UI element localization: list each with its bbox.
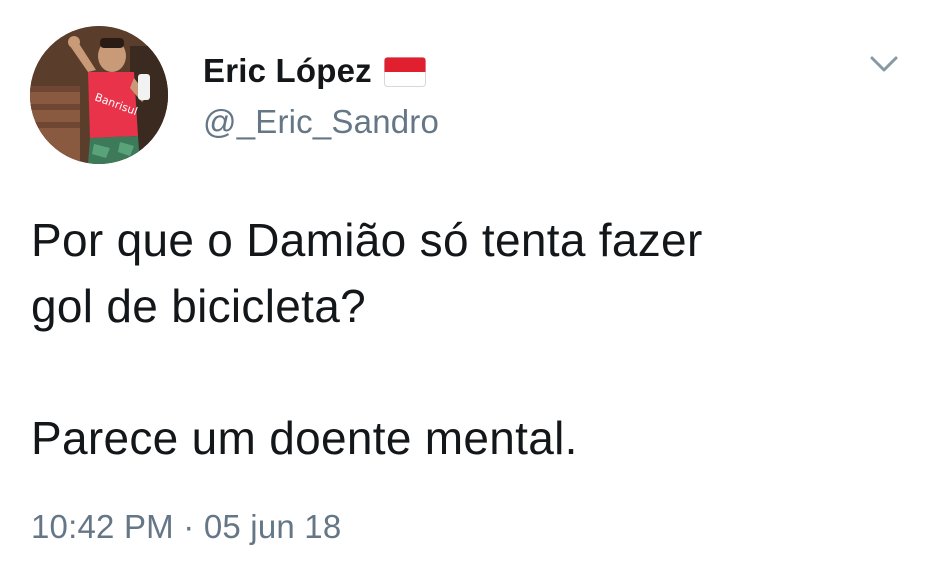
author-name-row: Eric López — [203, 50, 426, 92]
tweet-date: 05 jun 18 — [203, 508, 342, 545]
tweet-line: Parece um doente mental. — [31, 412, 578, 464]
tweet-card: Banrisul Eric López @_Eric_Sandro Por qu… — [0, 0, 928, 575]
tweet-text: Por que o Damião só tenta fazer gol de b… — [31, 207, 901, 471]
tweet-timestamp[interactable]: 10:42 PM · 05 jun 18 — [31, 508, 341, 546]
chevron-down-icon[interactable] — [866, 50, 902, 78]
tweet-line: gol de bicicleta? — [31, 280, 366, 332]
meta-separator: · — [183, 508, 195, 545]
user-handle[interactable]: @_Eric_Sandro — [203, 103, 439, 141]
avatar[interactable]: Banrisul — [30, 26, 168, 164]
tweet-time: 10:42 PM — [31, 508, 174, 545]
profile-photo-avatar: Banrisul — [30, 26, 168, 164]
display-name[interactable]: Eric López — [203, 52, 372, 90]
indonesia-flag-icon — [383, 57, 426, 87]
tweet-line: Por que o Damião só tenta fazer — [31, 214, 703, 266]
